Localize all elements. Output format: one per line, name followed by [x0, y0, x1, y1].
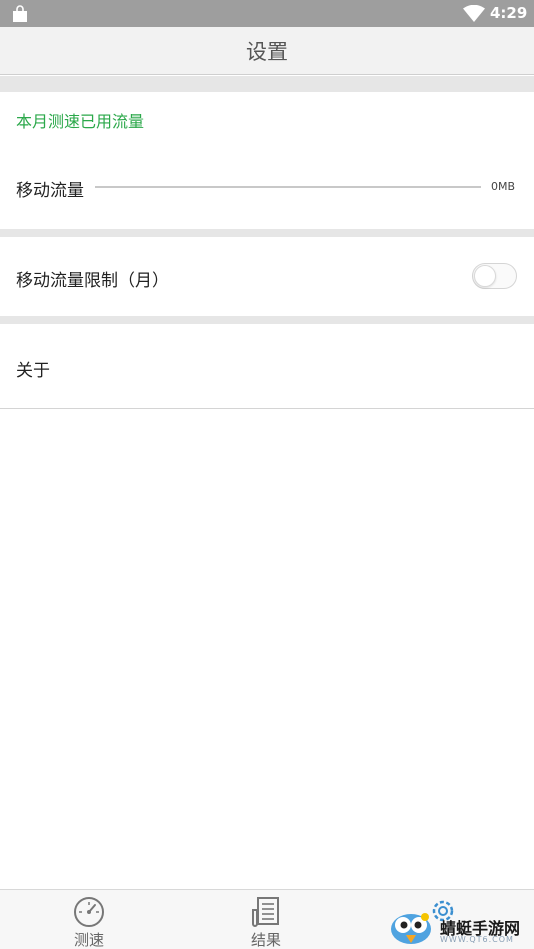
speedometer-icon — [74, 897, 104, 927]
status-time: 4:29 — [490, 4, 528, 22]
page-title: 设置 — [246, 39, 288, 64]
section-gap — [0, 316, 534, 324]
results-list-icon — [252, 897, 279, 927]
data-usage-section-title: 本月测速已用流量 — [16, 112, 145, 131]
data-limit-label: 移动流量限制（月） — [16, 271, 169, 291]
mobile-data-progress-bar — [95, 186, 481, 188]
watermark-url: WWW.QT6.COM — [440, 935, 514, 944]
nav-tab-results[interactable]: 结果 — [231, 890, 301, 949]
app-bar: 设置 — [0, 27, 534, 75]
section-gap — [0, 229, 534, 237]
shopping-bag-icon — [13, 5, 27, 22]
about-row[interactable]: 关于 — [0, 324, 534, 408]
watermark-logo: 蜻蜓手游网 WWW.QT6.COM — [386, 891, 534, 949]
nav-label-results: 结果 — [250, 931, 281, 949]
status-bar: 4:29 — [0, 0, 534, 27]
section-gap — [0, 76, 534, 92]
wifi-icon — [463, 5, 485, 22]
data-limit-toggle[interactable] — [472, 263, 517, 289]
nav-label-speed-test: 测速 — [73, 931, 104, 949]
about-label: 关于 — [16, 361, 50, 381]
dragonfly-mascot-icon — [391, 913, 431, 944]
mobile-data-value: 0MB — [491, 180, 516, 193]
data-limit-row[interactable]: 移动流量限制（月） — [0, 237, 534, 316]
divider — [0, 408, 534, 409]
nav-tab-speed-test[interactable]: 测速 — [54, 890, 124, 949]
mobile-data-label: 移动流量 — [16, 181, 84, 201]
toggle-knob — [474, 265, 496, 287]
